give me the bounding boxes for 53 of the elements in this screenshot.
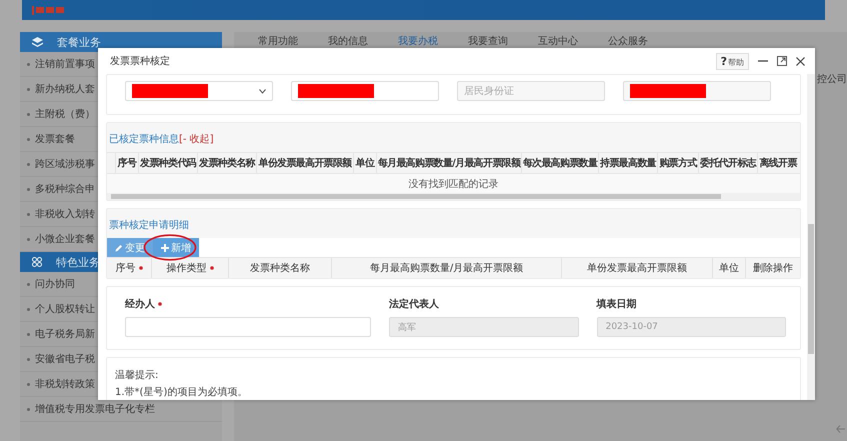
vertical-scrollbar[interactable] (807, 74, 815, 400)
input-field[interactable] (291, 81, 439, 101)
section-title: 票种核定申请明细 (109, 218, 189, 232)
company-text: 控公司 (817, 73, 847, 86)
column-header: 每月最高购票数量/月最高开票限额 (376, 153, 521, 173)
collapse-link[interactable]: [- 收起] (179, 132, 214, 146)
input-field[interactable] (125, 317, 372, 337)
column-header: 发票种类名称 (228, 258, 331, 278)
column-header: 单位 (353, 153, 376, 173)
column-header: 操作类型 (151, 258, 228, 278)
grid-icon (32, 257, 42, 267)
select-field[interactable] (125, 81, 273, 101)
column-header: 单份发票最高开票限额 (561, 258, 712, 278)
column-header: 单位 (712, 258, 745, 278)
toolbar-button[interactable]: 新增 (153, 238, 199, 257)
column-header: 购票方式 (657, 153, 698, 173)
field-label: 法定代表人 (389, 297, 440, 311)
dialog-title: 发票票种核定 (110, 54, 171, 68)
nav-tab[interactable]: 公众服务 (608, 34, 648, 48)
nav-tab[interactable]: 互动中心 (538, 34, 578, 48)
toolbar-button[interactable]: 变更 (107, 238, 153, 257)
column-header: 删除操作 (745, 258, 800, 278)
column-header: 离线开票 (757, 153, 798, 173)
column-header: 每次最高购票数量 (521, 153, 598, 173)
column-header: 委托代开标志 (698, 153, 757, 173)
help-button[interactable]: ?帮助 (716, 52, 749, 70)
layers-icon (32, 37, 43, 47)
chevron-down-icon (259, 88, 266, 94)
field-label: 经办人 (125, 298, 155, 311)
section-title: 已核定票种信息 (109, 132, 179, 146)
column-header: 每月最高购票数量/月最高开票限额 (331, 258, 561, 278)
column-header: 单份发票最高开票限额 (256, 153, 353, 173)
tip-text: 1.带*(星号)的项目为必填项。 (115, 386, 248, 399)
horizontal-scrollbar[interactable] (107, 193, 800, 200)
required-icon (138, 266, 142, 270)
maximize-icon[interactable] (777, 56, 787, 66)
column-header: 发票种类名称 (197, 153, 256, 173)
empty-message: 没有找到匹配的记录 (408, 178, 498, 190)
field-label: 填表日期 (596, 298, 637, 311)
tips-title: 温馨提示: (115, 368, 160, 382)
column-header: 序号 (107, 258, 151, 278)
column-header: 持票最高数量 (598, 153, 657, 173)
nav-tab[interactable]: 常用功能 (258, 34, 298, 48)
column-header: 序号 (115, 153, 138, 173)
close-icon[interactable] (796, 56, 805, 66)
nav-tab[interactable]: 我要查询 (468, 34, 508, 48)
nav-tab[interactable]: 我的信息 (328, 34, 368, 48)
column-header: 发票种类代码 (138, 153, 197, 173)
plus-icon (161, 244, 169, 252)
input-field[interactable] (623, 81, 771, 101)
input-field[interactable]: 居民身份证 (457, 81, 605, 101)
required-icon (210, 266, 214, 270)
nav-tab[interactable]: 我要办税 (398, 34, 438, 48)
